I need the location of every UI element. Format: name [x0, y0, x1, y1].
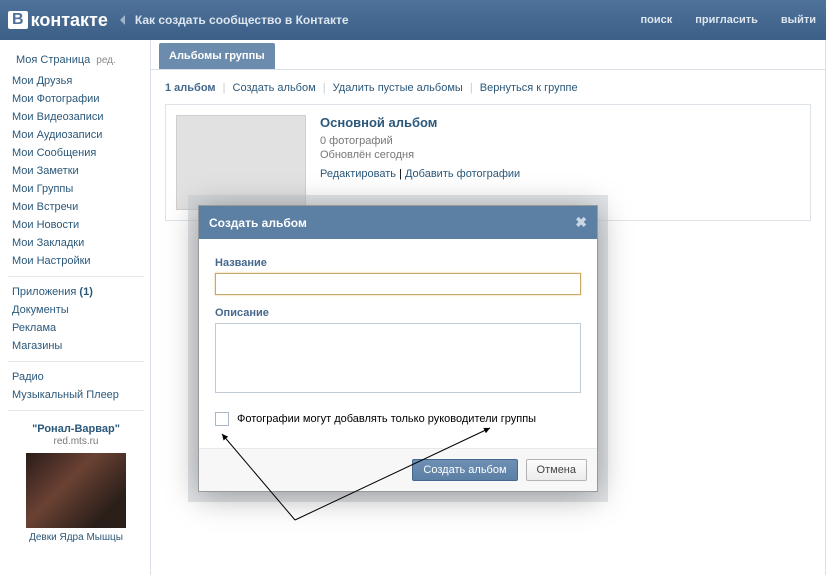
nav-ads[interactable]: Реклама: [8, 319, 144, 337]
ad-subtitle: red.mts.ru: [8, 436, 144, 451]
nav-messages[interactable]: Мои Сообщения: [8, 144, 144, 162]
admins-only-checkbox[interactable]: [215, 412, 229, 426]
album-name-input[interactable]: [215, 273, 581, 295]
nav-videos[interactable]: Мои Видеозаписи: [8, 108, 144, 126]
tab-albums[interactable]: Альбомы группы: [159, 43, 275, 69]
admins-only-label: Фотографии могут добавлять только руково…: [237, 413, 536, 425]
name-label: Название: [215, 253, 581, 273]
nav-notes[interactable]: Мои Заметки: [8, 162, 144, 180]
cancel-button[interactable]: Отмена: [526, 459, 587, 481]
nav-invite[interactable]: пригласить: [685, 14, 768, 26]
nav-logout[interactable]: выйти: [771, 14, 826, 26]
create-album-button[interactable]: Создать альбом: [412, 459, 517, 481]
nav-apps[interactable]: Приложения (1): [8, 283, 144, 301]
create-album-modal: Создать альбом ✖ Название Описание Фотог…: [198, 205, 598, 492]
logo[interactable]: Вконтакте: [0, 10, 120, 31]
album-count: 1 альбом: [165, 82, 216, 94]
ad-image[interactable]: [26, 453, 126, 528]
nav-bookmarks[interactable]: Мои Закладки: [8, 234, 144, 252]
album-desc-input[interactable]: [215, 323, 581, 393]
nav-my-page[interactable]: Моя Страница: [12, 51, 90, 69]
nav-settings[interactable]: Мои Настройки: [8, 252, 144, 270]
album-updated: Обновлён сегодня: [320, 148, 520, 162]
album-title[interactable]: Основной альбом: [320, 115, 520, 134]
album-edit-link[interactable]: Редактировать: [320, 168, 396, 180]
delete-empty-link[interactable]: Удалить пустые альбомы: [333, 82, 463, 94]
nav-friends[interactable]: Мои Друзья: [8, 72, 144, 90]
album-toolbar: 1 альбом | Создать альбом | Удалить пуст…: [165, 80, 811, 104]
album-item: Основной альбом 0 фотографий Обновлён се…: [165, 104, 811, 221]
nav-events[interactable]: Мои Встречи: [8, 198, 144, 216]
top-nav: поиск пригласить выйти: [630, 14, 826, 26]
nav-documents[interactable]: Документы: [8, 301, 144, 319]
modal-header: Создать альбом ✖: [199, 206, 597, 239]
nav-photos[interactable]: Мои Фотографии: [8, 90, 144, 108]
album-add-photos-link[interactable]: Добавить фотографии: [405, 168, 520, 180]
modal-title: Создать альбом: [209, 216, 307, 230]
nav-search[interactable]: поиск: [630, 14, 682, 26]
left-sidebar: Моя Страница ред. Мои Друзья Мои Фотогра…: [0, 40, 150, 575]
create-album-link[interactable]: Создать альбом: [233, 82, 316, 94]
back-to-group-link[interactable]: Вернуться к группе: [480, 82, 578, 94]
ad-title[interactable]: "Ронал-Варвар": [8, 417, 144, 436]
desc-label: Описание: [215, 295, 581, 323]
top-header: Вконтакте Как создать сообщество в Конта…: [0, 0, 826, 40]
tab-bar: Альбомы группы: [151, 40, 825, 70]
edit-link[interactable]: ред.: [96, 55, 116, 66]
nav-groups[interactable]: Мои Группы: [8, 180, 144, 198]
breadcrumb[interactable]: Как создать сообщество в Контакте: [135, 13, 631, 27]
nav-shops[interactable]: Магазины: [8, 337, 144, 355]
nav-player[interactable]: Музыкальный Плеер: [8, 386, 144, 404]
close-icon[interactable]: ✖: [575, 214, 587, 231]
nav-news[interactable]: Мои Новости: [8, 216, 144, 234]
chevron-left-icon: [120, 15, 125, 25]
ad-bottom[interactable]: Девки Ядра Мышцы: [8, 530, 144, 543]
nav-radio[interactable]: Радио: [8, 368, 144, 386]
nav-audio[interactable]: Мои Аудиозаписи: [8, 126, 144, 144]
album-photo-count: 0 фотографий: [320, 134, 520, 148]
album-thumbnail[interactable]: [176, 115, 306, 210]
